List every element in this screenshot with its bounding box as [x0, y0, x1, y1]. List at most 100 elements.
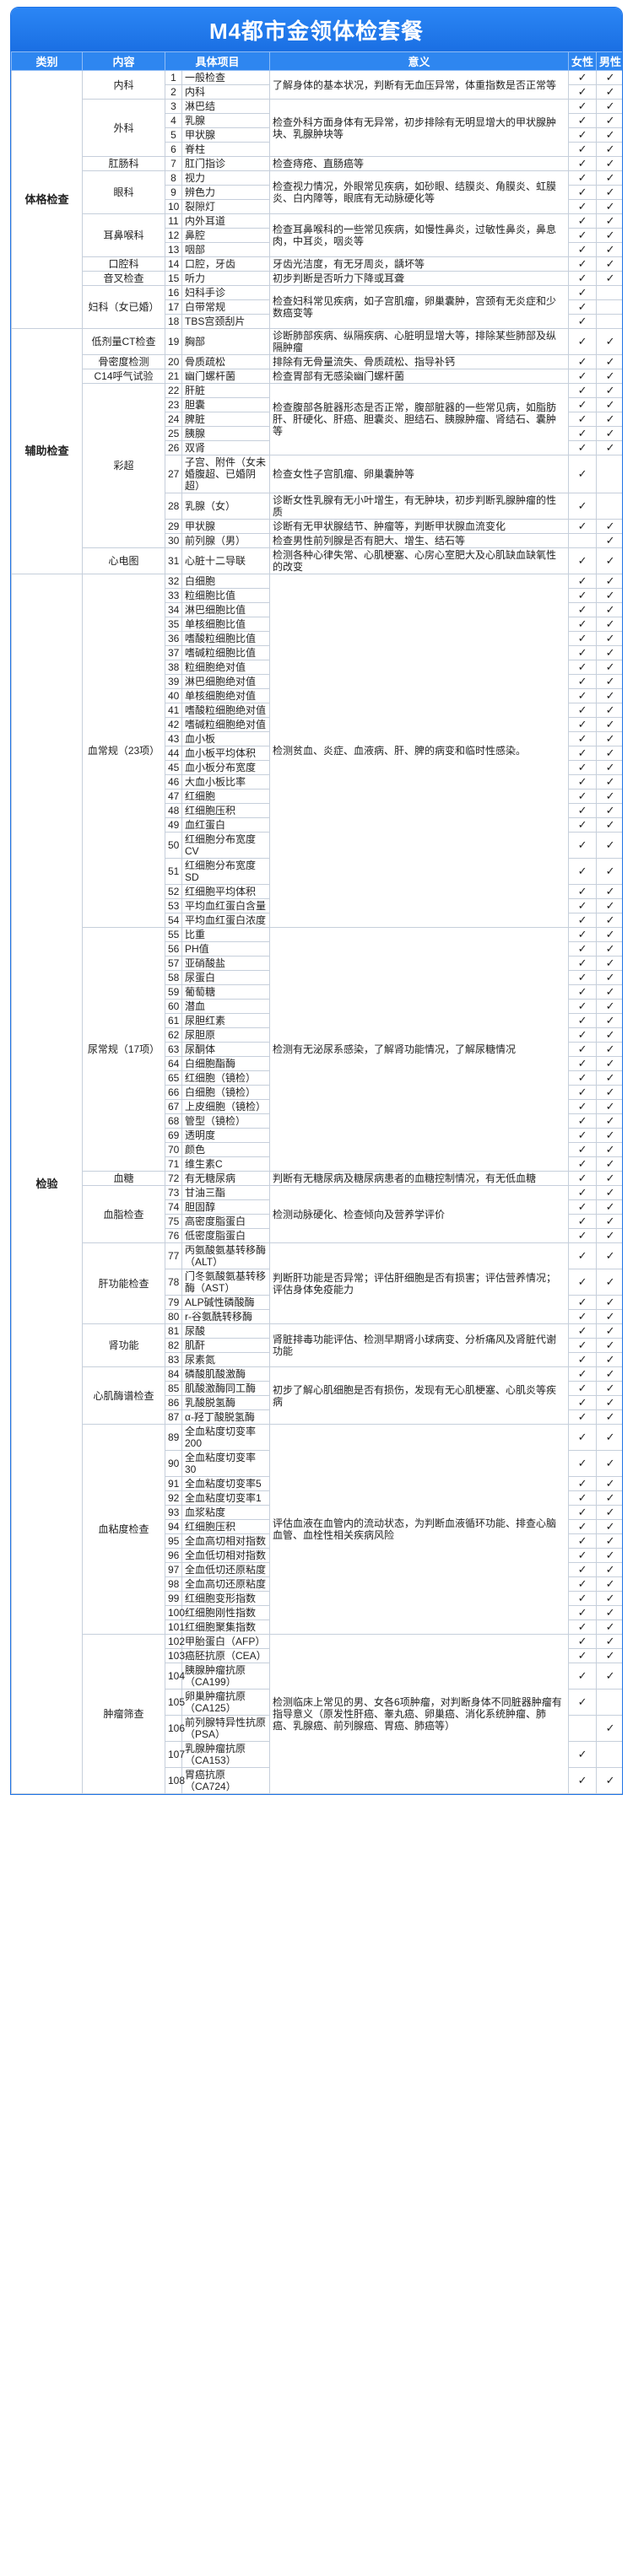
- item-number: 8: [165, 170, 182, 186]
- female-check: ✓: [568, 1591, 598, 1606]
- content-cell: 血常规（23项）: [82, 574, 165, 928]
- female-check: ✓: [568, 170, 598, 186]
- item-name: 前列腺特异性抗原（PSA）: [181, 1715, 271, 1742]
- item-number: 87: [165, 1409, 182, 1425]
- item-name: PH值: [181, 941, 271, 957]
- item-name: 全血粘度切变率30: [181, 1450, 271, 1477]
- item-number: 15: [165, 271, 182, 286]
- male-check: ✓: [596, 1395, 622, 1410]
- meaning-cell: 检查妇科常见疾病，如子宫肌瘤，卵巢囊肿，宫颈有无炎症和少数癌变等: [269, 285, 570, 329]
- item-number: 18: [165, 314, 182, 329]
- female-check: ✓: [568, 1128, 598, 1143]
- meaning-cell: 评估血液在血管内的流动状态，为判断血液循环功能、排查心脑血管、血栓性相关疾病风险: [269, 1424, 570, 1635]
- female-check: ✓: [568, 1042, 598, 1057]
- female-check: ✓: [568, 299, 598, 315]
- male-check: ✓: [596, 789, 622, 804]
- female-check: ✓: [568, 1533, 598, 1549]
- male-check: ✓: [596, 832, 622, 859]
- item-number: 28: [165, 493, 182, 520]
- female-check: ✓: [568, 185, 598, 200]
- item-number: 52: [165, 884, 182, 899]
- male-check: ✓: [596, 803, 622, 818]
- item-number: 11: [165, 213, 182, 229]
- male-check: ✓: [596, 1085, 622, 1100]
- item-number: 99: [165, 1591, 182, 1606]
- male-check: ✓: [596, 1533, 622, 1549]
- male-check: ✓: [596, 703, 622, 718]
- meaning-cell: 检查男性前列腺是否有肥大、增生、结石等: [269, 533, 570, 548]
- female-check: ✓: [568, 956, 598, 971]
- item-name: 内科: [181, 84, 271, 100]
- table-header-row: 类别 内容 具体项目 意义 女性 男性: [11, 51, 622, 71]
- item-name: 骨质疏松: [181, 354, 271, 369]
- male-check: ✓: [596, 858, 622, 885]
- female-check: ✓: [568, 213, 598, 229]
- male-check: ✓: [596, 199, 622, 214]
- female-check: ✓: [568, 717, 598, 732]
- male-check: ✓: [596, 328, 622, 355]
- item-number: 76: [165, 1228, 182, 1243]
- male-check: ✓: [596, 99, 622, 114]
- male-check: ✓: [596, 1576, 622, 1592]
- item-name: 低密度脂蛋白: [181, 1228, 271, 1243]
- content-cell: 肝功能检查: [82, 1242, 165, 1324]
- item-number: 7: [165, 156, 182, 171]
- content-cell: 血糖: [82, 1171, 165, 1186]
- item-number: 95: [165, 1533, 182, 1549]
- female-check: ✓: [568, 602, 598, 617]
- table-row: 辅助检查 低剂量CT检查 19 胸部 诊断肺部疾病、纵隔疾病、心脏明显增大等，排除某些肺…: [11, 328, 622, 574]
- item-name: 管型（镜检）: [181, 1113, 271, 1129]
- male-check: ✓: [596, 256, 622, 272]
- female-check: ✓: [568, 1741, 598, 1768]
- male-check: ✓: [596, 426, 622, 441]
- item-number: 31: [165, 547, 182, 574]
- item-number: 47: [165, 789, 182, 804]
- meaning-cell: 诊断有无甲状腺结节、肿瘤等，判断甲状腺血流变化: [269, 519, 570, 534]
- male-check: ✓: [596, 1027, 622, 1043]
- male-check: ✓: [596, 142, 622, 157]
- item-name: 幽门螺杆菌: [181, 369, 271, 384]
- meaning-cell: 检查女性子宫肌瘤、卵巢囊肿等: [269, 455, 570, 493]
- male-check: ✓: [596, 602, 622, 617]
- female-check: ✓: [568, 1214, 598, 1229]
- item-name: 透明度: [181, 1128, 271, 1143]
- female-check: ✓: [568, 913, 598, 928]
- meaning-cell: 检查胃部有无感染幽门螺杆菌: [269, 369, 570, 384]
- item-number: 49: [165, 817, 182, 833]
- item-name: 平均血红蛋白含量: [181, 898, 271, 913]
- female-check: ✓: [568, 127, 598, 143]
- table-row: 血糖 72 有无糖尿病 判断有无糖尿病及糖尿病患者的血糖控制情况，有无低血糖 ✓ ✓: [12, 1171, 622, 1186]
- item-number: 100: [165, 1605, 185, 1620]
- item-number: 44: [165, 746, 182, 761]
- item-name: 内外耳道: [181, 213, 271, 229]
- item-name: 尿胆红素: [181, 1013, 271, 1028]
- male-check: ✓: [596, 185, 622, 200]
- female-check: ✓: [568, 1663, 598, 1689]
- female-check: ✓: [568, 703, 598, 718]
- female-check: ✓: [568, 1323, 598, 1339]
- male-check: ✓: [596, 1409, 622, 1425]
- meaning-cell: 检测各种心律失常、心肌梗塞、心房心室肥大及心肌缺血缺氧性的改变: [269, 547, 570, 574]
- item-name: 肌酸激酶同工酶: [181, 1381, 271, 1396]
- female-check: ✓: [568, 70, 598, 85]
- item-number: 42: [165, 717, 182, 732]
- male-check: ✓: [596, 156, 622, 171]
- male-check: ✓: [596, 688, 622, 703]
- item-name: 红细胞（镜检）: [181, 1070, 271, 1086]
- male-check: [596, 299, 622, 315]
- female-check: ✓: [568, 617, 598, 632]
- female-check: ✓: [568, 242, 598, 257]
- item-name: 心脏十二导联: [181, 547, 271, 574]
- item-number: 66: [165, 1085, 182, 1100]
- female-check: ✓: [568, 426, 598, 441]
- male-check: [596, 1689, 622, 1716]
- item-number: 77: [165, 1242, 182, 1269]
- item-name: 卵巢肿瘤抗原（CA125）: [181, 1689, 271, 1716]
- female-check: ✓: [568, 397, 598, 412]
- item-name: 血浆粘度: [181, 1505, 271, 1520]
- item-number: 72: [165, 1171, 182, 1186]
- female-check: ✓: [568, 271, 598, 286]
- male-check: ✓: [596, 746, 622, 761]
- item-name: 白细胞（镜检）: [181, 1085, 271, 1100]
- item-name: 平均血红蛋白浓度: [181, 913, 271, 928]
